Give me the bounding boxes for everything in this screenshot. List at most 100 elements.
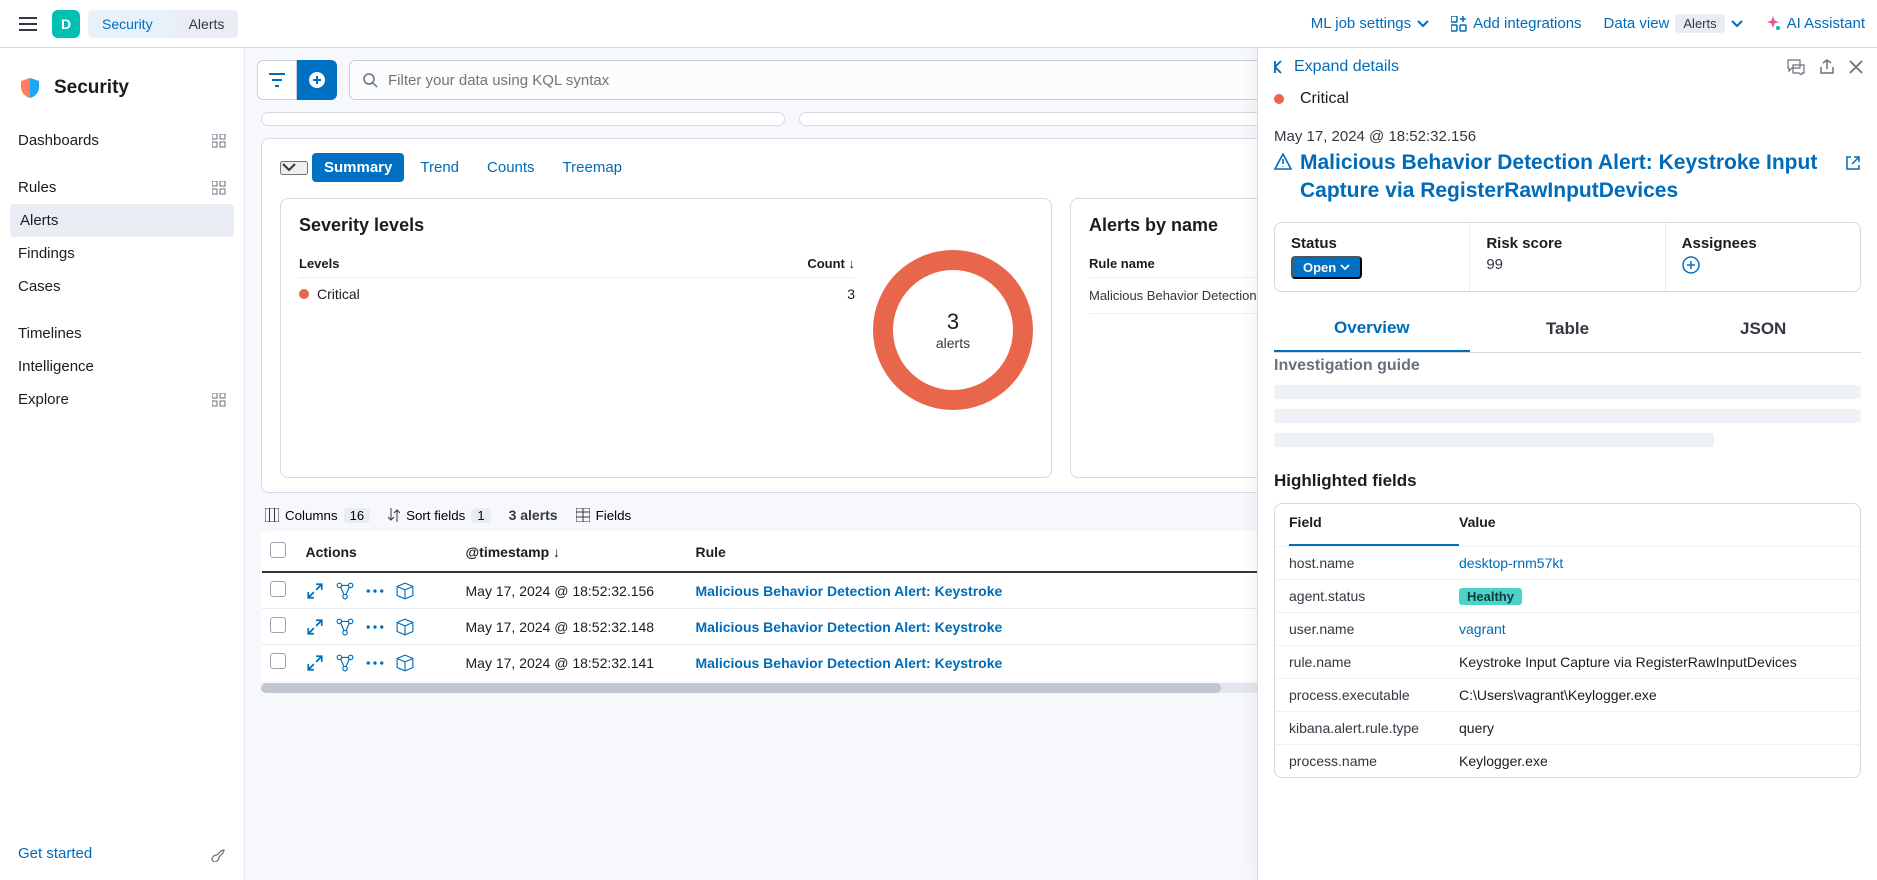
- severity-card-title: Severity levels: [299, 215, 1033, 236]
- sort-count: 1: [471, 508, 490, 523]
- chat-button[interactable]: [1787, 59, 1805, 75]
- expand-details-button[interactable]: Expand details: [1272, 58, 1399, 76]
- sidebar-item-findings[interactable]: Findings: [10, 237, 234, 270]
- sidebar-item-dashboards[interactable]: Dashboards: [10, 124, 234, 157]
- flyout-tabs: Overview Table JSON: [1274, 306, 1861, 353]
- cube-icon[interactable]: [396, 654, 414, 672]
- alert-details-flyout: Expand details Critical May 17, 2024 @ 1…: [1257, 48, 1877, 880]
- timestamp-cell: May 17, 2024 @ 18:52:32.141: [458, 645, 688, 681]
- breadcrumb-security[interactable]: Security: [88, 10, 167, 38]
- ml-job-settings-label: ML job settings: [1311, 15, 1411, 32]
- investigation-guide-title: Investigation guide: [1274, 357, 1861, 375]
- hl-row: process.executableC:\Users\vagrant\Keylo…: [1275, 678, 1860, 711]
- tab-treemap[interactable]: Treemap: [551, 153, 634, 182]
- levels-column-header[interactable]: Levels: [299, 256, 339, 271]
- flyout-tab-overview[interactable]: Overview: [1274, 306, 1470, 352]
- tab-trend[interactable]: Trend: [408, 153, 471, 182]
- sidebar-item-alerts[interactable]: Alerts: [10, 204, 234, 237]
- sidebar-get-started[interactable]: Get started: [0, 835, 244, 872]
- hl-value-link[interactable]: desktop-rnm57kt: [1459, 555, 1563, 571]
- cube-icon[interactable]: [396, 618, 414, 636]
- ai-assistant-button[interactable]: AI Assistant: [1765, 15, 1865, 32]
- share-button[interactable]: [1819, 59, 1835, 75]
- nav-toggle-button[interactable]: [12, 8, 44, 40]
- flyout-tab-table[interactable]: Table: [1470, 306, 1666, 352]
- expand-icon[interactable]: [306, 618, 324, 636]
- add-assignee-button[interactable]: [1682, 256, 1700, 274]
- health-badge: Healthy: [1459, 588, 1522, 605]
- close-flyout-button[interactable]: [1849, 59, 1863, 75]
- shield-icon: [18, 76, 42, 100]
- analyzer-icon[interactable]: [336, 654, 354, 672]
- analyzer-icon[interactable]: [336, 582, 354, 600]
- loading-skeleton: [1274, 409, 1861, 423]
- columns-count: 16: [344, 508, 370, 523]
- grid-icon: [212, 393, 226, 407]
- sparkle-icon: [1765, 16, 1781, 32]
- severity-level-label: Critical: [317, 286, 360, 302]
- hl-field: agent.status: [1289, 588, 1459, 604]
- add-filter-button[interactable]: [297, 60, 337, 100]
- row-checkbox[interactable]: [270, 617, 286, 633]
- hl-value-header[interactable]: Value: [1459, 514, 1846, 536]
- collapse-panel-button[interactable]: [280, 161, 308, 175]
- timestamp-header[interactable]: @timestamp ↓: [458, 532, 688, 573]
- breadcrumb: Security Alerts: [88, 10, 238, 38]
- space-avatar[interactable]: D: [52, 10, 80, 38]
- filter-options-button[interactable]: [257, 60, 297, 100]
- hl-value-link[interactable]: vagrant: [1459, 621, 1506, 637]
- sidebar-item-rules[interactable]: Rules: [10, 171, 234, 204]
- expand-details-label: Expand details: [1294, 58, 1399, 76]
- external-link-icon[interactable]: [1845, 155, 1861, 171]
- data-view-badge: Alerts: [1675, 14, 1724, 33]
- alert-title-link[interactable]: Malicious Behavior Detection Alert: Keys…: [1300, 149, 1837, 206]
- sidebar-item-intelligence[interactable]: Intelligence: [10, 350, 234, 383]
- tab-summary[interactable]: Summary: [312, 153, 404, 182]
- main-content: Summary Trend Counts Treemap Severity le…: [245, 48, 1877, 880]
- app-title-row: Security: [0, 64, 244, 124]
- row-checkbox[interactable]: [270, 653, 286, 669]
- hl-value: C:\Users\vagrant\Keylogger.exe: [1459, 687, 1657, 703]
- tab-counts[interactable]: Counts: [475, 153, 547, 182]
- grid-icon: [212, 181, 226, 195]
- expand-icon[interactable]: [306, 654, 324, 672]
- cube-icon[interactable]: [396, 582, 414, 600]
- hl-field: kibana.alert.rule.type: [1289, 720, 1459, 736]
- sidebar-item-cases[interactable]: Cases: [10, 270, 234, 303]
- hl-row: rule.nameKeystroke Input Capture via Reg…: [1275, 645, 1860, 678]
- select-all-checkbox[interactable]: [270, 542, 286, 558]
- fields-button[interactable]: Fields: [576, 508, 632, 523]
- add-integrations-button[interactable]: Add integrations: [1451, 15, 1581, 32]
- count-column-header[interactable]: Count ↓: [807, 256, 855, 271]
- sort-fields-button[interactable]: Sort fields 1: [388, 508, 491, 523]
- risk-score-label: Risk score: [1486, 235, 1648, 252]
- add-integrations-label: Add integrations: [1473, 15, 1581, 32]
- expand-icon[interactable]: [306, 582, 324, 600]
- hl-row: host.namedesktop-rnm57kt: [1275, 546, 1860, 579]
- columns-icon: [265, 508, 279, 522]
- hl-row: process.nameKeylogger.exe: [1275, 744, 1860, 777]
- columns-button[interactable]: Columns 16: [265, 508, 370, 523]
- donut-count: 3: [936, 309, 970, 335]
- ml-job-settings-button[interactable]: ML job settings: [1311, 15, 1429, 32]
- more-actions-icon[interactable]: [366, 618, 384, 636]
- row-checkbox[interactable]: [270, 581, 286, 597]
- flyout-tab-json[interactable]: JSON: [1665, 306, 1861, 352]
- stat-card: [261, 112, 785, 126]
- alert-meta-box: Status Open Risk score 99 Assignees: [1274, 222, 1861, 292]
- chat-icon: [1787, 59, 1805, 75]
- alert-timestamp: May 17, 2024 @ 18:52:32.156: [1274, 128, 1861, 145]
- hl-value: query: [1459, 720, 1494, 736]
- sidebar-item-explore[interactable]: Explore: [10, 383, 234, 416]
- loading-skeleton: [1274, 385, 1861, 399]
- analyzer-icon[interactable]: [336, 618, 354, 636]
- more-actions-icon[interactable]: [366, 654, 384, 672]
- status-badge-button[interactable]: Open: [1291, 256, 1362, 279]
- sidebar-item-label: Explore: [18, 391, 69, 408]
- sidebar-item-timelines[interactable]: Timelines: [10, 317, 234, 350]
- more-actions-icon[interactable]: [366, 582, 384, 600]
- data-view-button[interactable]: Data view Alerts: [1604, 14, 1743, 33]
- hl-field-header[interactable]: Field: [1289, 514, 1459, 546]
- loading-skeleton: [1274, 433, 1714, 447]
- top-header: D Security Alerts ML job settings Add in…: [0, 0, 1877, 48]
